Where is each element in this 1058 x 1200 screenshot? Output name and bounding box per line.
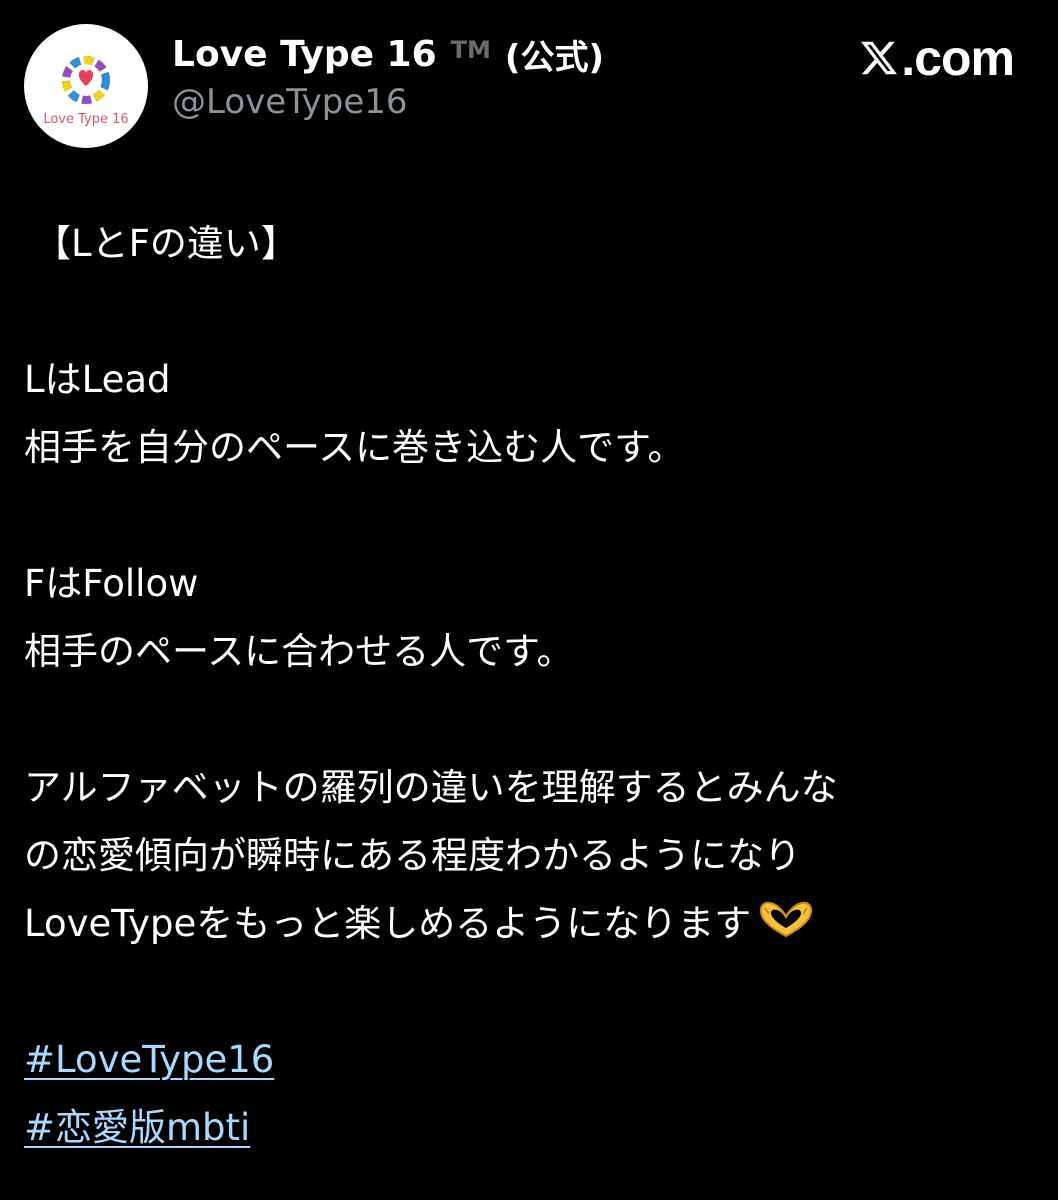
- post-header: Love Type 16 Love Type 16 TM (公式) @LoveT…: [0, 0, 1058, 170]
- x-logo-icon: [861, 41, 898, 75]
- l-heading: LはLead: [24, 358, 171, 401]
- paragraph-line: アルファベットの羅列の違いを理解するとみんな: [24, 766, 838, 809]
- f-heading: FはFollow: [24, 562, 199, 605]
- trademark-badge: TM: [450, 36, 491, 64]
- account-handle[interactable]: @LoveType16: [172, 82, 408, 122]
- rainbow-heart-icon: [62, 56, 110, 104]
- hashtag-link-lovetype16[interactable]: #LoveType16: [24, 1038, 274, 1081]
- official-label: (公式): [504, 37, 604, 78]
- display-name-row: Love Type 16 TM (公式): [172, 30, 604, 78]
- display-name[interactable]: Love Type 16: [172, 34, 437, 75]
- hashtag-line: #恋愛版mbti: [24, 1094, 1034, 1162]
- brand-domain-text: .com: [901, 30, 1015, 86]
- post-title: 【LとFの違い】: [34, 222, 298, 265]
- heart-hands-emoji: [760, 901, 813, 937]
- paragraph-line: LoveTypeをもっと楽しめるようになります: [24, 902, 752, 945]
- post-text: 【LとFの違い】 LはLead 相手を自分のペースに巻き込む人です。 FはFol…: [24, 210, 1034, 1162]
- hashtag-line: #LoveType16: [24, 1026, 1034, 1094]
- hashtag-link-renai-mbti[interactable]: #恋愛版mbti: [24, 1106, 250, 1149]
- avatar[interactable]: Love Type 16: [24, 24, 148, 148]
- f-description: 相手のペースに合わせる人です。: [24, 630, 574, 673]
- paragraph-line-with-emoji: LoveTypeをもっと楽しめるようになります: [24, 890, 1034, 958]
- paragraph-line: の恋愛傾向が瞬時にある程度わかるようになり: [24, 834, 801, 877]
- l-description: 相手を自分のペースに巻き込む人です。: [24, 426, 685, 469]
- x-com-brand: .com: [859, 28, 1015, 88]
- avatar-text: Love Type 16: [43, 112, 129, 127]
